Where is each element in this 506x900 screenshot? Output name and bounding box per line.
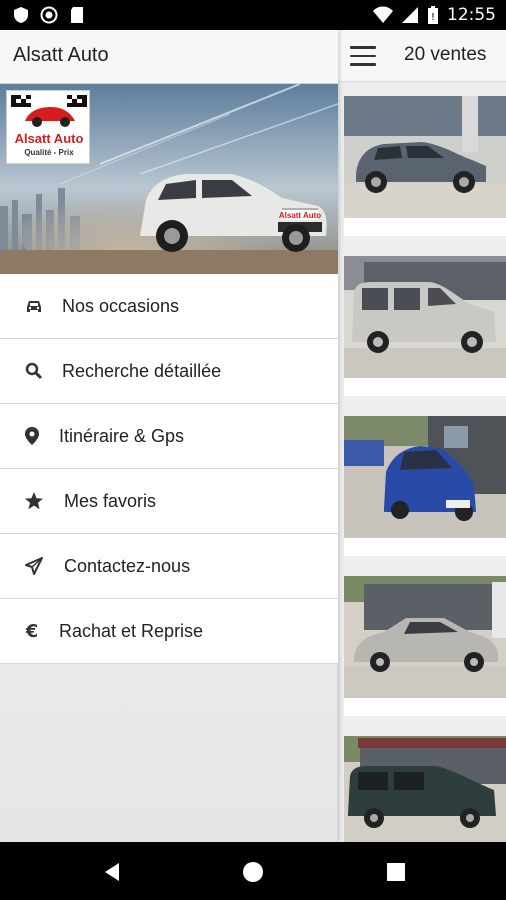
drawer-menu: Nos occasions Recherche détaillée Itinér…	[0, 274, 338, 664]
car-photo	[344, 96, 506, 218]
wifi-icon	[373, 6, 393, 23]
listing-card[interactable]	[344, 736, 506, 842]
battery-icon: !	[428, 6, 438, 24]
car-photo	[344, 416, 506, 538]
star-icon	[25, 492, 43, 510]
menu-label: Nos occasions	[62, 296, 180, 316]
menu-icon[interactable]	[350, 46, 376, 66]
menu-item-itineraire[interactable]: Itinéraire & Gps	[0, 404, 338, 469]
listing-card[interactable]	[344, 576, 506, 716]
svg-text:!: !	[431, 12, 435, 23]
menu-label: Rachat et Reprise	[59, 621, 204, 641]
back-icon[interactable]	[100, 860, 124, 884]
menu-label: Contactez-nous	[64, 556, 191, 576]
app-title: Alsatt Auto	[13, 44, 109, 66]
signal-icon	[402, 7, 418, 23]
status-bar: ! 12:55	[0, 0, 506, 30]
menu-item-rachat[interactable]: € Rachat et Reprise	[0, 599, 338, 664]
listing-card[interactable]	[344, 416, 506, 556]
menu-item-recherche[interactable]: Recherche détaillée	[0, 339, 338, 404]
logo-name: Alsatt Auto	[14, 131, 84, 146]
race-car-logo-icon	[11, 95, 87, 127]
listing-card[interactable]	[344, 256, 506, 396]
recents-icon[interactable]	[384, 860, 408, 884]
car-icon	[27, 301, 41, 312]
menu-item-favoris[interactable]: Mes favoris	[0, 469, 338, 534]
car-photo	[344, 576, 506, 698]
car-photo	[344, 256, 506, 378]
hero-banner: Alsatt Auto Alsatt Auto Qualité - Prix	[0, 84, 338, 274]
app-window: 20 ventes Alsatt Auto Alsatt Auto Alsatt…	[0, 30, 506, 842]
menu-label: Recherche détaillée	[62, 361, 222, 381]
send-icon	[25, 557, 43, 575]
listing-card[interactable]	[344, 96, 506, 236]
sd-card-icon	[71, 7, 83, 23]
main-toolbar: 20 ventes	[338, 30, 506, 82]
drawer-header: Alsatt Auto	[0, 30, 338, 84]
shield-icon	[14, 7, 28, 23]
clock: 12:55	[447, 5, 496, 25]
euro-icon: €	[25, 621, 39, 641]
home-icon[interactable]	[241, 860, 265, 884]
car-photo	[344, 736, 506, 842]
navigation-drawer: Alsatt Auto Alsatt Auto Alsatt Auto Qual…	[0, 30, 338, 842]
main-content: 20 ventes	[338, 30, 506, 842]
system-nav-bar	[0, 842, 506, 900]
menu-item-nos-occasions[interactable]: Nos occasions	[0, 274, 338, 339]
menu-item-contact[interactable]: Contactez-nous	[0, 534, 338, 599]
svg-text:€: €	[25, 621, 39, 641]
search-icon	[25, 362, 43, 380]
menu-label: Itinéraire & Gps	[59, 426, 185, 446]
circle-icon	[40, 6, 58, 24]
logo: Alsatt Auto Qualité - Prix	[6, 90, 90, 164]
hero-plate-text: Alsatt Auto	[279, 211, 321, 220]
logo-tagline: Qualité - Prix	[24, 148, 74, 157]
location-pin-icon	[25, 427, 39, 445]
menu-label: Mes favoris	[64, 491, 157, 511]
page-title: 20 ventes	[404, 44, 487, 65]
